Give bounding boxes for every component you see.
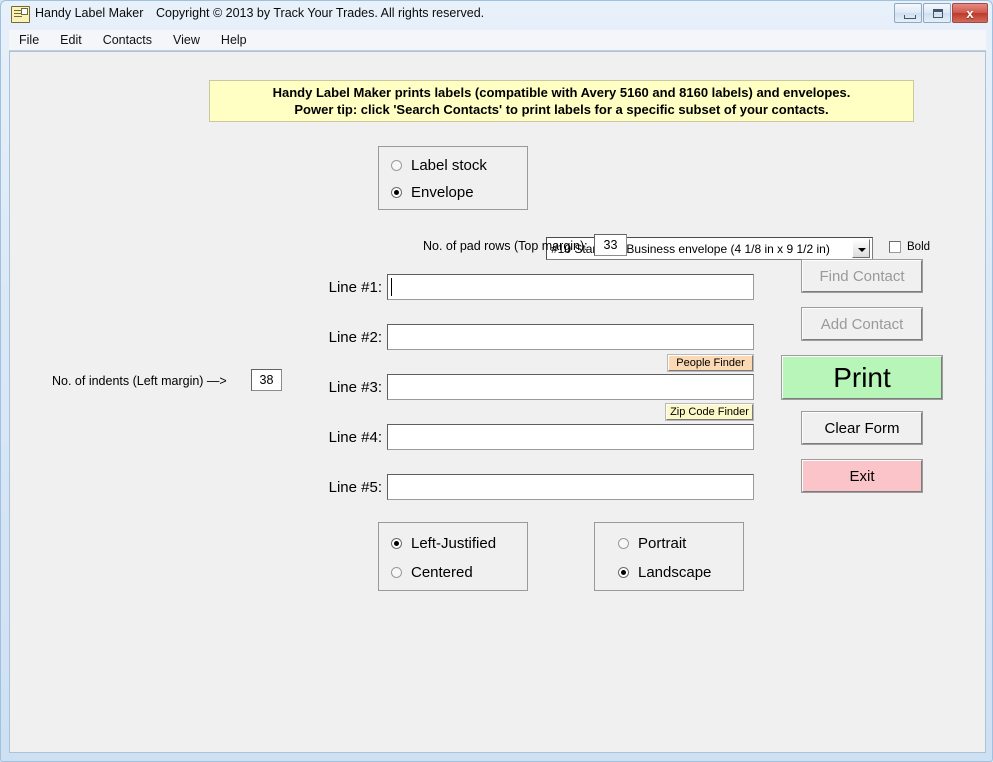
find-contact-button[interactable]: Find Contact xyxy=(802,260,922,292)
close-icon: x xyxy=(953,4,987,22)
people-finder-button[interactable]: People Finder xyxy=(668,355,753,371)
bold-checkbox[interactable]: Bold xyxy=(889,241,930,253)
radio-label-stock-icon xyxy=(391,160,402,171)
radio-centered-icon xyxy=(391,567,402,578)
radio-portrait-icon xyxy=(618,538,629,549)
add-contact-button[interactable]: Add Contact xyxy=(802,308,922,340)
stock-type-group: Label stock Envelope xyxy=(378,146,528,210)
radio-envelope[interactable]: Envelope xyxy=(391,184,474,201)
clear-form-button[interactable]: Clear Form xyxy=(802,412,922,444)
app-window: Handy Label Maker Copyright © 2013 by Tr… xyxy=(0,0,993,762)
line-2-label: Line #2: xyxy=(315,329,382,346)
maximize-button[interactable] xyxy=(923,3,951,23)
window-controls: x xyxy=(893,3,988,23)
orientation-group: Portrait Landscape xyxy=(594,522,744,591)
line-3-label: Line #3: xyxy=(315,379,382,396)
top-margin-input[interactable]: 33 xyxy=(594,234,627,256)
radio-portrait-text: Portrait xyxy=(638,535,686,552)
print-button[interactable]: Print xyxy=(782,356,942,399)
menu-item-file[interactable]: File xyxy=(17,32,41,48)
radio-label-stock-text: Label stock xyxy=(411,157,487,174)
zip-code-finder-button[interactable]: Zip Code Finder xyxy=(666,404,753,420)
radio-landscape-icon xyxy=(618,567,629,578)
app-label-card-icon xyxy=(11,6,30,23)
banner-line-2: Power tip: click 'Search Contacts' to pr… xyxy=(294,101,828,118)
radio-left-justified-text: Left-Justified xyxy=(411,535,496,552)
menu-item-contacts[interactable]: Contacts xyxy=(101,32,154,48)
line-2-input[interactable] xyxy=(387,324,754,350)
radio-portrait[interactable]: Portrait xyxy=(618,535,686,552)
minimize-button[interactable] xyxy=(894,3,922,23)
line-1-input[interactable] xyxy=(387,274,754,300)
envelope-size-value: #10 Standard Business envelope (4 1/8 in… xyxy=(547,242,852,256)
menu-item-view[interactable]: View xyxy=(171,32,202,48)
radio-envelope-icon xyxy=(391,187,402,198)
top-margin-label: No. of pad rows (Top margin): xyxy=(423,239,588,253)
radio-envelope-text: Envelope xyxy=(411,184,474,201)
justification-group: Left-Justified Centered xyxy=(378,522,528,591)
left-margin-input[interactable]: 38 xyxy=(251,369,282,391)
radio-centered-text: Centered xyxy=(411,564,473,581)
client-area: Handy Label Maker prints labels (compati… xyxy=(9,51,986,753)
banner-line-1: Handy Label Maker prints labels (compati… xyxy=(273,84,851,101)
left-margin-label: No. of indents (Left margin) —> xyxy=(52,374,227,388)
chevron-down-icon[interactable] xyxy=(852,239,870,258)
line-5-input[interactable] xyxy=(387,474,754,500)
menu-bar: File Edit Contacts View Help xyxy=(9,30,986,51)
radio-centered[interactable]: Centered xyxy=(391,564,473,581)
menu-item-help[interactable]: Help xyxy=(219,32,249,48)
maximize-icon xyxy=(933,9,943,18)
line-3-input[interactable] xyxy=(387,374,754,400)
close-button[interactable]: x xyxy=(952,3,988,23)
copyright-text: Copyright © 2013 by Track Your Trades. A… xyxy=(156,6,484,20)
radio-left-justified[interactable]: Left-Justified xyxy=(391,535,496,552)
radio-landscape[interactable]: Landscape xyxy=(618,564,711,581)
radio-landscape-text: Landscape xyxy=(638,564,711,581)
info-banner: Handy Label Maker prints labels (compati… xyxy=(209,80,914,122)
text-cursor xyxy=(391,278,392,296)
line-5-label: Line #5: xyxy=(315,479,382,496)
line-4-input[interactable] xyxy=(387,424,754,450)
exit-button[interactable]: Exit xyxy=(802,460,922,492)
radio-left-justified-icon xyxy=(391,538,402,549)
line-4-label: Line #4: xyxy=(315,429,382,446)
bold-checkbox-label: Bold xyxy=(907,241,930,253)
menu-item-edit[interactable]: Edit xyxy=(58,32,84,48)
bold-checkbox-box-icon xyxy=(889,241,901,253)
line-1-label: Line #1: xyxy=(315,279,382,296)
minimize-icon xyxy=(904,15,916,19)
radio-label-stock[interactable]: Label stock xyxy=(391,157,487,174)
title-bar: Handy Label Maker Copyright © 2013 by Tr… xyxy=(1,1,993,28)
window-title: Handy Label Maker xyxy=(35,6,143,20)
